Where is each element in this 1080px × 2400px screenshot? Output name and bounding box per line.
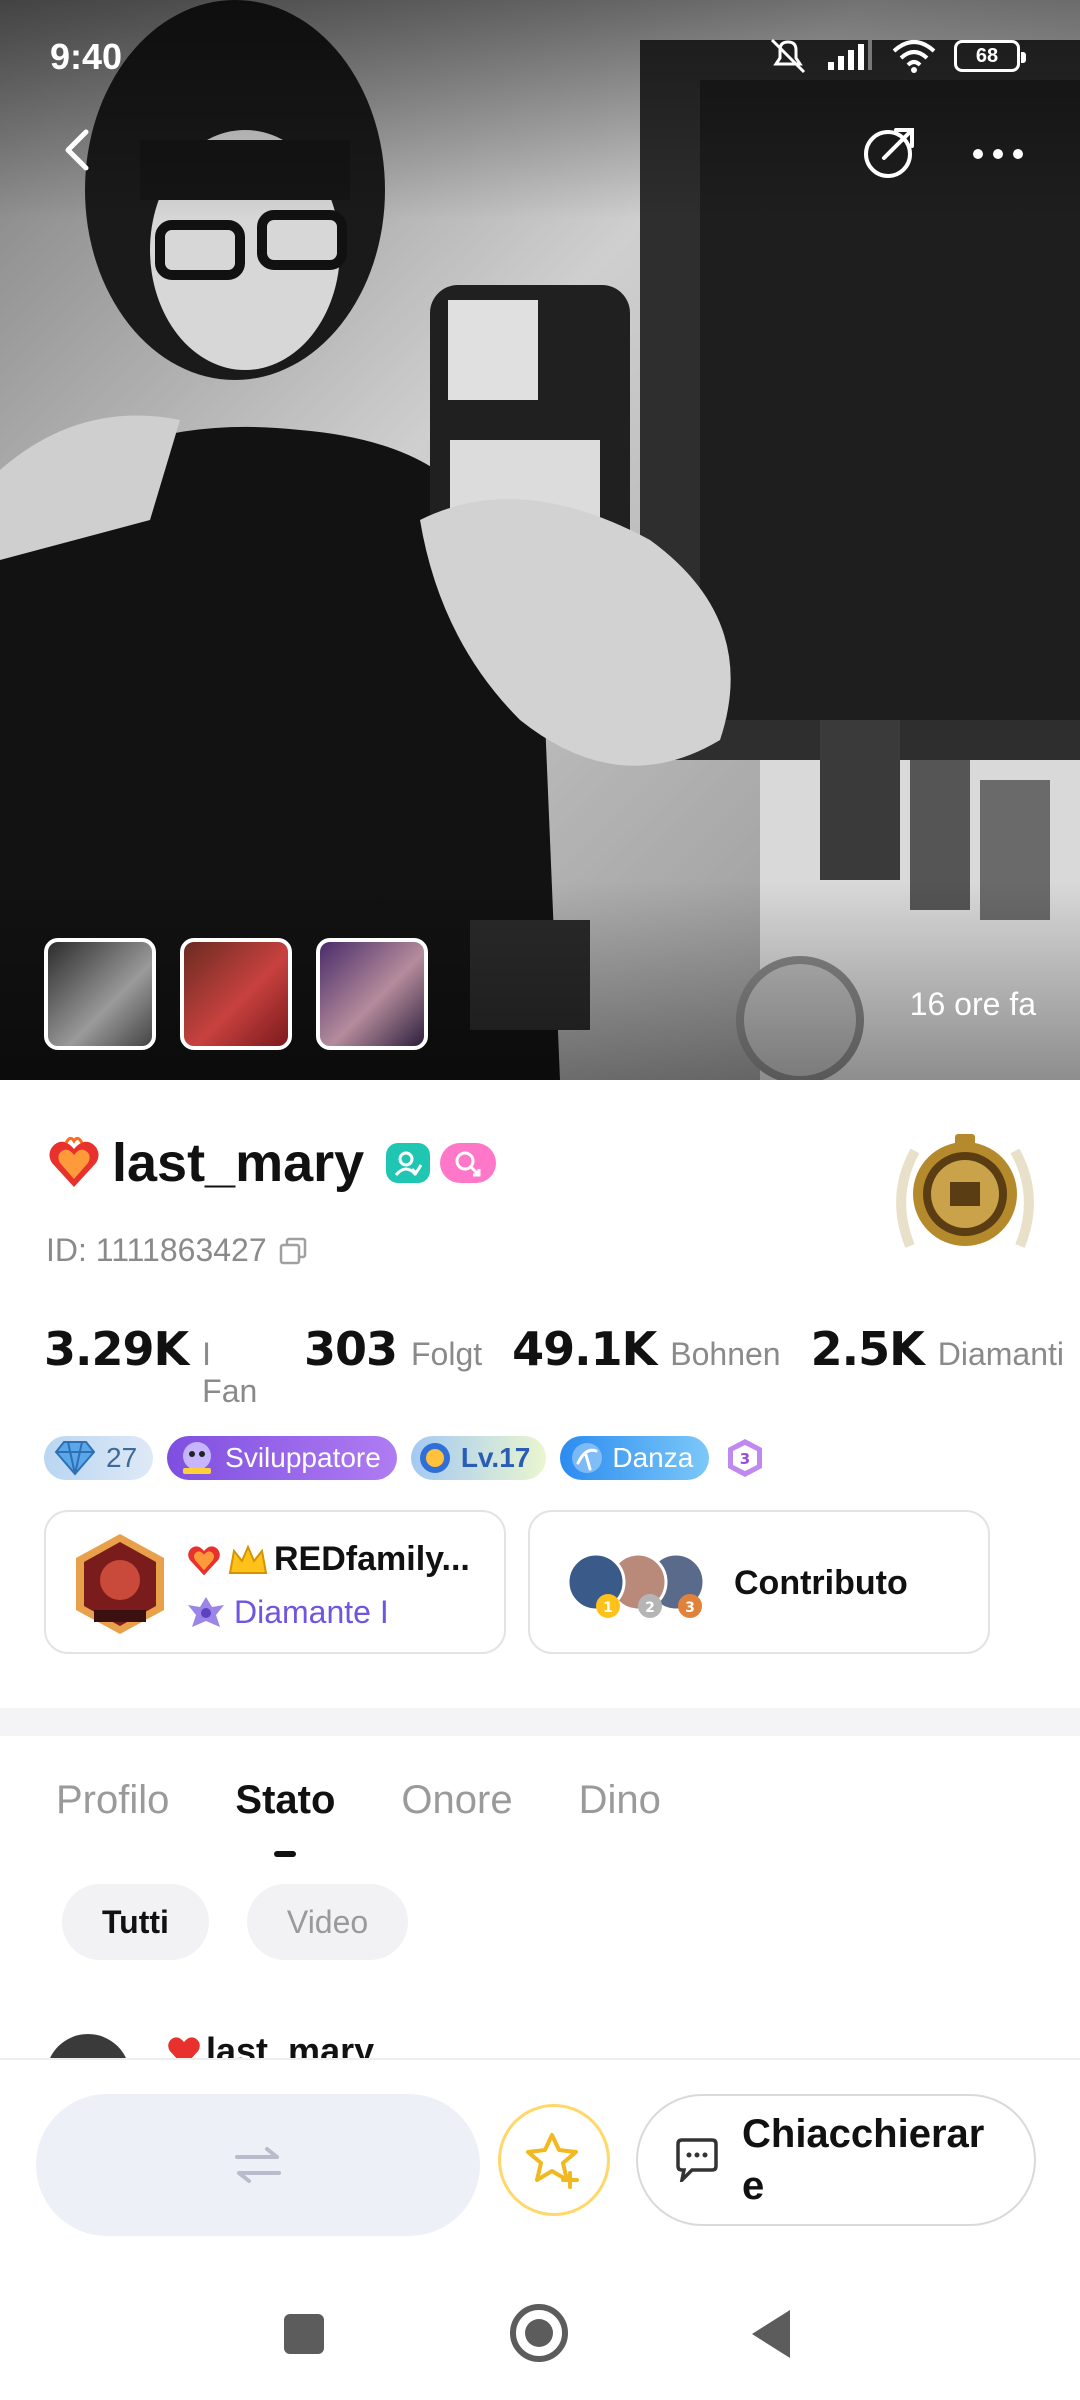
- post-time-ago: 16 ore fa: [909, 986, 1036, 1022]
- beans-count: 49.1K: [512, 1322, 657, 1376]
- section-divider: [0, 1708, 1080, 1736]
- female-gender-icon: [440, 1143, 497, 1183]
- fire-heart-icon: [188, 1545, 220, 1575]
- dance-icon: [572, 1443, 603, 1473]
- home-icon[interactable]: [510, 2304, 568, 2362]
- photo-thumbnail-3[interactable]: [316, 938, 428, 1050]
- user-id: ID: 1111863427: [46, 1232, 267, 1268]
- family-crest-icon: [76, 1534, 164, 1634]
- diamond-icon: [54, 1441, 96, 1476]
- photo-thumbnail-1[interactable]: [44, 938, 156, 1050]
- tab-stato[interactable]: Stato: [235, 1778, 335, 1857]
- wifi-icon: [892, 40, 936, 73]
- post-author-row: last_mary: [166, 2030, 374, 2060]
- diamond-level-value: 27: [106, 1442, 138, 1473]
- favorite-button[interactable]: [498, 2104, 610, 2216]
- contribution-card[interactable]: 1 2 3 Contributo: [528, 1510, 990, 1654]
- username: last_mary: [112, 1133, 365, 1193]
- top-contributors-avatars: 1 2 3: [566, 1552, 706, 1618]
- diamond-level-badge[interactable]: 27: [44, 1436, 154, 1480]
- family-name-row: REDfamily...: [186, 1540, 470, 1579]
- fans-count[interactable]: 3.29K: [44, 1322, 189, 1376]
- chat-button[interactable]: Chiacchierare: [636, 2094, 1036, 2226]
- status-time: 9:40: [50, 36, 123, 77]
- system-navigation-bar: [0, 2248, 1080, 2400]
- filter-video[interactable]: Video: [246, 1884, 409, 1960]
- level-badge[interactable]: Lv.17: [410, 1436, 547, 1480]
- post-preview[interactable]: last_mary: [0, 2030, 1080, 2060]
- level-orb-icon: [419, 1443, 450, 1473]
- top-action-bar: [0, 110, 1080, 200]
- family-rank: Diamante I: [234, 1594, 389, 1630]
- share-icon[interactable]: [860, 122, 920, 182]
- signal-icon: [828, 40, 872, 70]
- beans-label: Bohnen: [670, 1336, 781, 1372]
- category-badge[interactable]: Danza: [560, 1436, 710, 1480]
- family-card[interactable]: REDfamily... Diamante I: [44, 1510, 506, 1654]
- star-add-icon: [526, 2133, 579, 2189]
- crown-icon: [228, 1543, 268, 1574]
- contribution-label: Contributo: [734, 1564, 908, 1602]
- mute-notifications-icon: [770, 38, 806, 74]
- swap-arrows-icon: [235, 2147, 281, 2183]
- rank-3-number: 3: [685, 1600, 695, 1616]
- hex-level-value: 3: [740, 1450, 750, 1468]
- back-arrow-icon[interactable]: [50, 120, 110, 180]
- hexagon-badge-icon: 3: [728, 1439, 763, 1477]
- photo-thumbnail-2[interactable]: [180, 938, 292, 1050]
- rank-1-number: 1: [603, 1600, 613, 1616]
- rank-emblem-icon: [188, 1596, 224, 1627]
- developer-badge-label: Sviluppatore: [225, 1442, 381, 1473]
- copy-icon[interactable]: [279, 1237, 307, 1265]
- diamonds-count: 2.5K: [810, 1322, 925, 1376]
- post-author-name: last_mary: [206, 2030, 375, 2060]
- recent-apps-icon[interactable]: [284, 2314, 324, 2354]
- developer-badge[interactable]: Sviluppatore: [167, 1436, 397, 1480]
- bottom-action-bar: Chiacchierare: [0, 2058, 1080, 2248]
- level-value: Lv.17: [460, 1442, 531, 1473]
- category-label: Danza: [612, 1442, 694, 1473]
- chat-button-label: Chiacchierare: [742, 2112, 985, 2208]
- diamonds-label: Diamanti: [937, 1336, 1064, 1372]
- developer-mascot-icon: [183, 1442, 212, 1474]
- user-id-row: ID: 1111863427: [46, 1232, 307, 1269]
- rank-2-number: 2: [645, 1600, 655, 1616]
- fans-label[interactable]: I Fan: [202, 1336, 274, 1410]
- more-options-icon[interactable]: [968, 124, 1028, 184]
- fire-heart-icon: [168, 2037, 200, 2060]
- photo-thumbnails: [44, 938, 428, 1050]
- swap-button[interactable]: [36, 2094, 480, 2236]
- following-label[interactable]: Folgt: [411, 1336, 482, 1373]
- profile-name-row: last_mary: [46, 1132, 497, 1194]
- post-author-avatar[interactable]: [46, 2034, 130, 2060]
- friend-badge-icon: [386, 1143, 431, 1183]
- fire-heart-icon: [49, 1136, 99, 1187]
- chat-bubble-icon: [676, 2138, 718, 2182]
- feed-filters: Tutti Video: [62, 1884, 409, 1960]
- profile-tabs: Profilo Stato Onore Dino: [56, 1778, 661, 1857]
- system-back-icon[interactable]: [752, 2310, 790, 2358]
- tab-profilo[interactable]: Profilo: [56, 1778, 169, 1823]
- anniversary-medal-icon[interactable]: [880, 1126, 1050, 1266]
- profile-badges: 27 Sviluppatore Lv.17 Danza 3: [44, 1436, 767, 1480]
- family-rank-row: Diamante I: [186, 1594, 389, 1631]
- tab-dino[interactable]: Dino: [579, 1778, 661, 1823]
- following-count[interactable]: 303: [304, 1322, 398, 1376]
- battery-icon: 68: [954, 40, 1026, 72]
- tab-onore[interactable]: Onore: [401, 1778, 512, 1823]
- battery-level: 68: [975, 44, 999, 67]
- hex-level-badge[interactable]: 3: [723, 1436, 767, 1480]
- status-bar: 9:40 68: [0, 0, 1080, 110]
- filter-tutti[interactable]: Tutti: [62, 1884, 209, 1960]
- profile-cards: REDfamily... Diamante I 1 2 3 Contributo: [44, 1510, 990, 1654]
- profile-stats: 3.29K I Fan 303 Folgt 49.1K Bohnen 2.5K …: [44, 1322, 1080, 1410]
- family-name: REDfamily...: [274, 1540, 470, 1578]
- profile-cover-photo[interactable]: 9:40 68 16 ore fa: [0, 0, 1080, 1080]
